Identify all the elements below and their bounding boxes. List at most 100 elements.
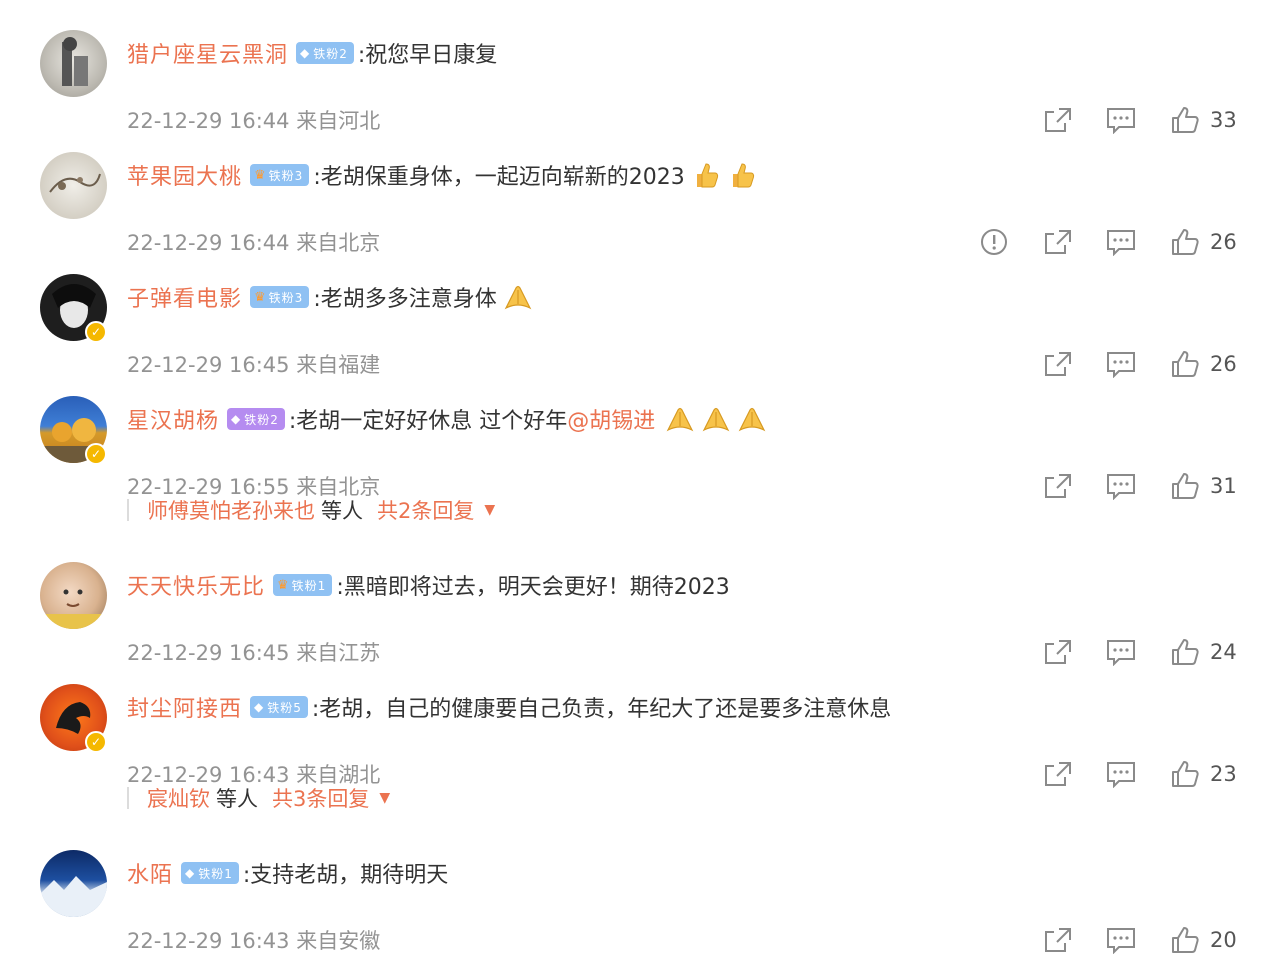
fan-badge[interactable]: ♛ 铁粉1 [273, 574, 333, 596]
reply-summary[interactable]: 师傅莫怕老孙来也 等人 共2条回复 ▼ [127, 495, 495, 525]
fan-badge-label: 铁粉1 [198, 866, 233, 881]
username[interactable]: 封尘阿接西 [127, 691, 242, 723]
reply-divider [127, 787, 129, 809]
reply-divider [127, 499, 129, 521]
like-icon [1172, 761, 1199, 787]
share-button[interactable] [1043, 468, 1073, 504]
comment-item: 天天快乐无比 ♛ 铁粉1 :黑暗即将过去，明天会更好！期待2023 22-12-2… [0, 562, 1270, 682]
pray-hands-emoji [666, 407, 694, 432]
comment-item: 苹果园大桃 ♛ 铁粉3 :老胡保重身体，一起迈向崭新的2023 22-12-29 … [0, 152, 1270, 272]
fan-badge[interactable]: ◆ 铁粉1 [181, 862, 239, 884]
reply-summary[interactable]: 宸灿钦 等人 共3条回复 ▼ [127, 783, 390, 813]
fan-badge-label: 铁粉3 [268, 168, 304, 183]
thumbs-up-emoji [732, 163, 754, 188]
comment-item: 猎户座星云黑洞 ◆ 铁粉2 :祝您早日康复 22-12-29 16:44 来自河北… [0, 30, 1270, 150]
chevron-down-icon[interactable]: ▼ [484, 502, 495, 518]
share-icon [1045, 230, 1071, 254]
thumbs-up-emoji [696, 163, 718, 188]
username[interactable]: 子弹看电影 [127, 281, 242, 313]
avatar[interactable] [40, 562, 107, 629]
comment-button[interactable] [1106, 922, 1136, 958]
mention-link[interactable]: @胡锡进 [567, 409, 655, 434]
fan-badge[interactable]: ◆ 铁粉5 [250, 696, 308, 718]
like-icon [1172, 473, 1199, 499]
pray-hands-emoji [702, 407, 730, 432]
comment-icon [1107, 474, 1135, 500]
chevron-down-icon[interactable]: ▼ [379, 790, 390, 806]
comment-text: :祝您早日康复 [357, 43, 498, 68]
comment-button[interactable] [1106, 346, 1136, 382]
avatar[interactable] [40, 850, 107, 917]
like-count: 24 [1210, 640, 1237, 664]
like-button[interactable]: 31 [1170, 468, 1237, 504]
reply-count[interactable]: 共2条回复 [377, 495, 474, 525]
like-button[interactable]: 33 [1170, 102, 1237, 138]
reply-username[interactable]: 宸灿钦 [147, 783, 210, 813]
like-count: 23 [1210, 762, 1237, 786]
comment-item: 水陌 ◆ 铁粉1 :支持老胡，期待明天 22-12-29 16:43 来自安徽 2… [0, 850, 1270, 970]
share-icon [1045, 928, 1071, 952]
report-button[interactable] [979, 224, 1009, 260]
avatar[interactable] [40, 152, 107, 219]
share-button[interactable] [1043, 756, 1073, 792]
crown-icon: ♛ [254, 167, 267, 183]
comment-button[interactable] [1106, 756, 1136, 792]
avatar[interactable]: ✓ [40, 396, 107, 465]
username[interactable]: 水陌 [127, 857, 173, 889]
pray-hands-emoji [738, 407, 766, 432]
share-icon [1045, 640, 1071, 664]
comment-button[interactable] [1106, 468, 1136, 504]
like-button[interactable]: 23 [1170, 756, 1237, 792]
fan-badge[interactable]: ◆ 铁粉2 [296, 42, 354, 64]
reply-username[interactable]: 师傅莫怕老孙来也 [147, 495, 315, 525]
comment-button[interactable] [1106, 634, 1136, 670]
verified-icon: ✓ [85, 731, 107, 753]
comment-text: :老胡保重身体，一起迈向崭新的2023 [313, 165, 685, 190]
comment-icon [1107, 640, 1135, 666]
comment-button[interactable] [1106, 224, 1136, 260]
username[interactable]: 星汉胡杨 [127, 403, 219, 435]
like-icon [1172, 927, 1199, 953]
avatar[interactable]: ✓ [40, 684, 107, 753]
avatar[interactable]: ✓ [40, 274, 107, 343]
fan-badge[interactable]: ◆ 铁粉2 [227, 408, 285, 430]
comment-text: :黑暗即将过去，明天会更好！期待2023 [336, 575, 730, 600]
username[interactable]: 苹果园大桃 [127, 159, 242, 191]
like-count: 26 [1210, 230, 1237, 254]
pray-hands-emoji [504, 285, 532, 310]
fan-badge-label: 铁粉3 [268, 290, 304, 305]
share-icon [1045, 474, 1071, 498]
like-button[interactable]: 26 [1170, 346, 1237, 382]
avatar[interactable] [40, 30, 107, 97]
username[interactable]: 天天快乐无比 [127, 569, 265, 601]
diamond-icon: ◆ [231, 412, 242, 426]
crown-icon: ♛ [254, 289, 267, 305]
share-button[interactable] [1043, 922, 1073, 958]
like-icon [1172, 229, 1199, 255]
share-button[interactable] [1043, 346, 1073, 382]
share-button[interactable] [1043, 634, 1073, 670]
comment-text: :老胡，自己的健康要自己负责，年纪大了还是要多注意休息 [311, 697, 892, 722]
share-button[interactable] [1043, 224, 1073, 260]
diamond-icon: ◆ [254, 700, 265, 714]
report-icon [981, 229, 1007, 255]
fan-badge-label: 铁粉5 [267, 700, 302, 715]
fan-badge-label: 铁粉2 [244, 412, 279, 427]
like-button[interactable]: 20 [1170, 922, 1237, 958]
comment-text: :老胡一定好好休息 过个好年 [288, 409, 568, 434]
reply-etc: 等人 [216, 787, 258, 811]
comment-button[interactable] [1106, 102, 1136, 138]
share-icon [1045, 108, 1071, 132]
share-button[interactable] [1043, 102, 1073, 138]
fan-badge[interactable]: ♛ 铁粉3 [250, 286, 310, 308]
reply-count[interactable]: 共3条回复 [272, 783, 369, 813]
like-button[interactable]: 24 [1170, 634, 1237, 670]
like-icon [1172, 351, 1199, 377]
username[interactable]: 猎户座星云黑洞 [127, 37, 288, 69]
comment-text: :老胡多多注意身体 [313, 287, 497, 312]
fan-badge[interactable]: ♛ 铁粉3 [250, 164, 310, 186]
comment-text: :支持老胡，期待明天 [242, 863, 449, 888]
like-icon [1172, 107, 1199, 133]
like-button[interactable]: 26 [1170, 224, 1237, 260]
like-count: 20 [1210, 928, 1237, 952]
